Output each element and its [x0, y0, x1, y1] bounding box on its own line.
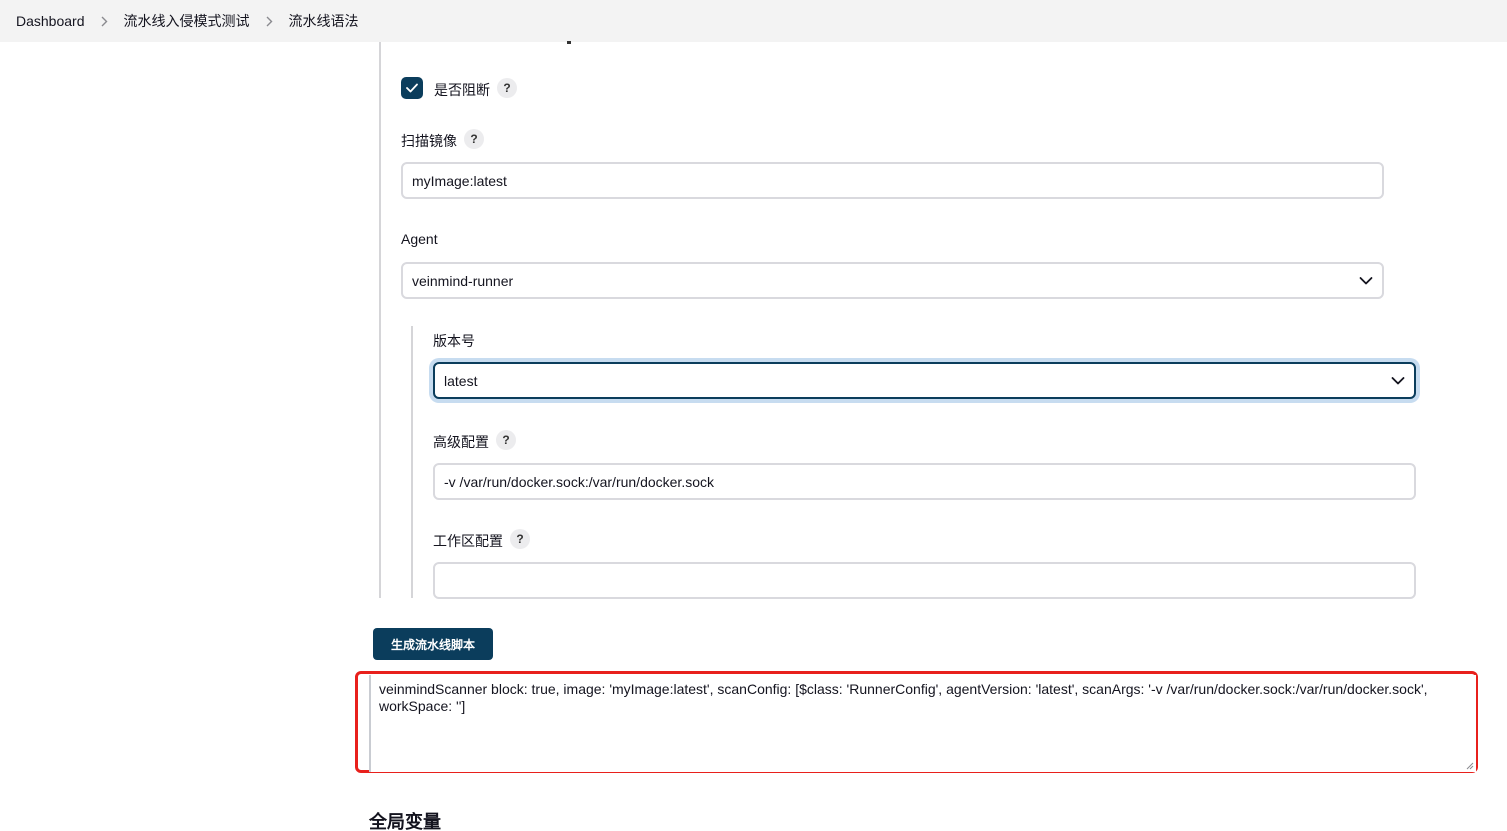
chevron-right-icon	[266, 16, 273, 27]
clipped-text-fragment	[560, 30, 572, 44]
breadcrumb-dashboard[interactable]: Dashboard	[16, 13, 85, 29]
advanced-help-icon[interactable]: ?	[496, 430, 516, 450]
block-help-icon[interactable]: ?	[497, 78, 517, 98]
version-select[interactable]: latest	[433, 362, 1416, 399]
agent-select[interactable]: veinmind-runner	[401, 262, 1384, 299]
image-label: 扫描镜像	[401, 133, 457, 149]
subsection-rule	[411, 326, 413, 598]
advanced-input[interactable]	[433, 463, 1416, 500]
workspace-input[interactable]	[433, 562, 1416, 599]
generate-script-button[interactable]: 生成流水线脚本	[373, 628, 493, 660]
block-checkbox[interactable]	[401, 77, 423, 99]
generated-script-output[interactable]: veinmindScanner block: true, image: 'myI…	[369, 675, 1476, 772]
block-label: 是否阻断	[434, 82, 490, 98]
global-variables-title: 全局变量	[369, 812, 441, 831]
image-help-icon[interactable]: ?	[464, 129, 484, 149]
chevron-down-icon	[1391, 376, 1405, 384]
resize-handle-icon[interactable]	[1464, 760, 1474, 770]
workspace-label: 工作区配置	[433, 533, 503, 549]
chevron-right-icon	[101, 16, 108, 27]
version-selected-value: latest	[444, 372, 478, 389]
section-rule	[379, 42, 381, 598]
version-label: 版本号	[433, 333, 475, 349]
workspace-help-icon[interactable]: ?	[510, 529, 530, 549]
chevron-down-icon	[1359, 276, 1373, 284]
checkmark-icon	[406, 83, 418, 93]
agent-selected-value: veinmind-runner	[412, 272, 514, 289]
breadcrumb-pipeline[interactable]: 流水线入侵模式测试	[124, 11, 250, 31]
agent-label: Agent	[401, 231, 438, 247]
breadcrumb: Dashboard 流水线入侵模式测试 流水线语法	[0, 0, 1507, 42]
advanced-label: 高级配置	[433, 434, 489, 450]
breadcrumb-pipeline-syntax[interactable]: 流水线语法	[289, 11, 359, 31]
image-input[interactable]	[401, 162, 1384, 199]
